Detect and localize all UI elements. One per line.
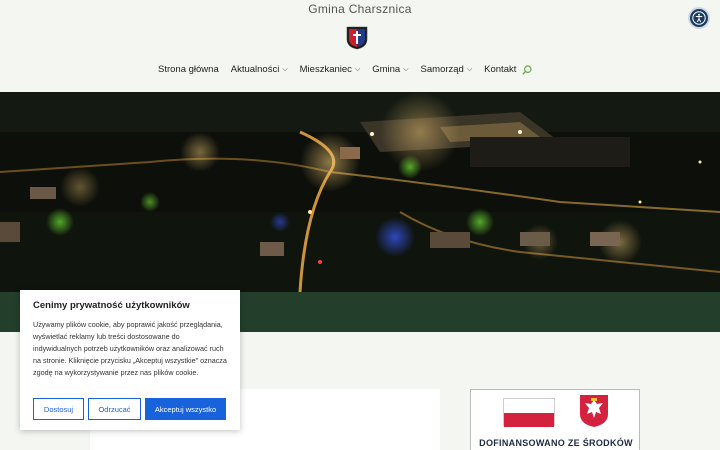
accept-all-button[interactable]: Akceptuj wszystko (145, 398, 226, 420)
chevron-down-icon: ⌵ (282, 65, 288, 73)
site-header: Gmina Charsznica Strona główna Aktualnoś… (0, 0, 720, 92)
accessibility-button[interactable] (688, 7, 710, 29)
customize-button[interactable]: Dostosuj (33, 398, 84, 420)
cookie-description: Używamy plików cookie, aby poprawić jako… (33, 320, 227, 377)
cookie-consent-banner: Cenimy prywatność użytkowników Używamy p… (20, 290, 240, 430)
hero-image (0, 92, 720, 292)
nav-item-home[interactable]: Strona główna (158, 64, 219, 75)
nav-item-contact[interactable]: Kontakt (484, 64, 516, 75)
nav-label: Aktualności (230, 64, 280, 75)
funding-banner[interactable]: DOFINANSOWANO ZE ŚRODKÓW (470, 389, 640, 450)
site-title[interactable]: Gmina Charsznica (0, 2, 720, 16)
nav-item-commune[interactable]: Gmina ⌵ (372, 64, 408, 75)
nav-item-news[interactable]: Aktualności ⌵ (231, 64, 288, 75)
polish-flag-icon (503, 398, 555, 427)
chevron-down-icon: ⌵ (403, 65, 409, 73)
nav-label: Gmina (372, 64, 401, 75)
nav-label: Strona główna (158, 64, 219, 75)
nav-item-resident[interactable]: Mieszkaniec ⌵ (300, 64, 361, 75)
accessibility-icon (692, 11, 706, 25)
nav-item-council[interactable]: Samorząd ⌵ (421, 64, 473, 75)
coat-of-arms-logo[interactable] (346, 26, 368, 50)
polish-eagle-icon (580, 395, 608, 427)
reject-button[interactable]: Odrzucać (88, 398, 141, 420)
nav-label: Samorząd (420, 64, 464, 75)
main-navigation: Strona główna Aktualności ⌵ Mieszkaniec … (158, 64, 532, 75)
chevron-down-icon: ⌵ (466, 65, 473, 73)
nav-label: Kontakt (484, 64, 517, 75)
chevron-down-icon: ⌵ (354, 65, 361, 73)
cookie-title: Cenimy prywatność użytkowników (33, 300, 190, 311)
funding-text: DOFINANSOWANO ZE ŚRODKÓW (479, 438, 633, 448)
cookie-buttons: Dostosuj Odrzucać Akceptuj wszystko (33, 398, 230, 420)
nav-label: Mieszkaniec (299, 64, 352, 75)
search-icon[interactable] (522, 64, 532, 75)
